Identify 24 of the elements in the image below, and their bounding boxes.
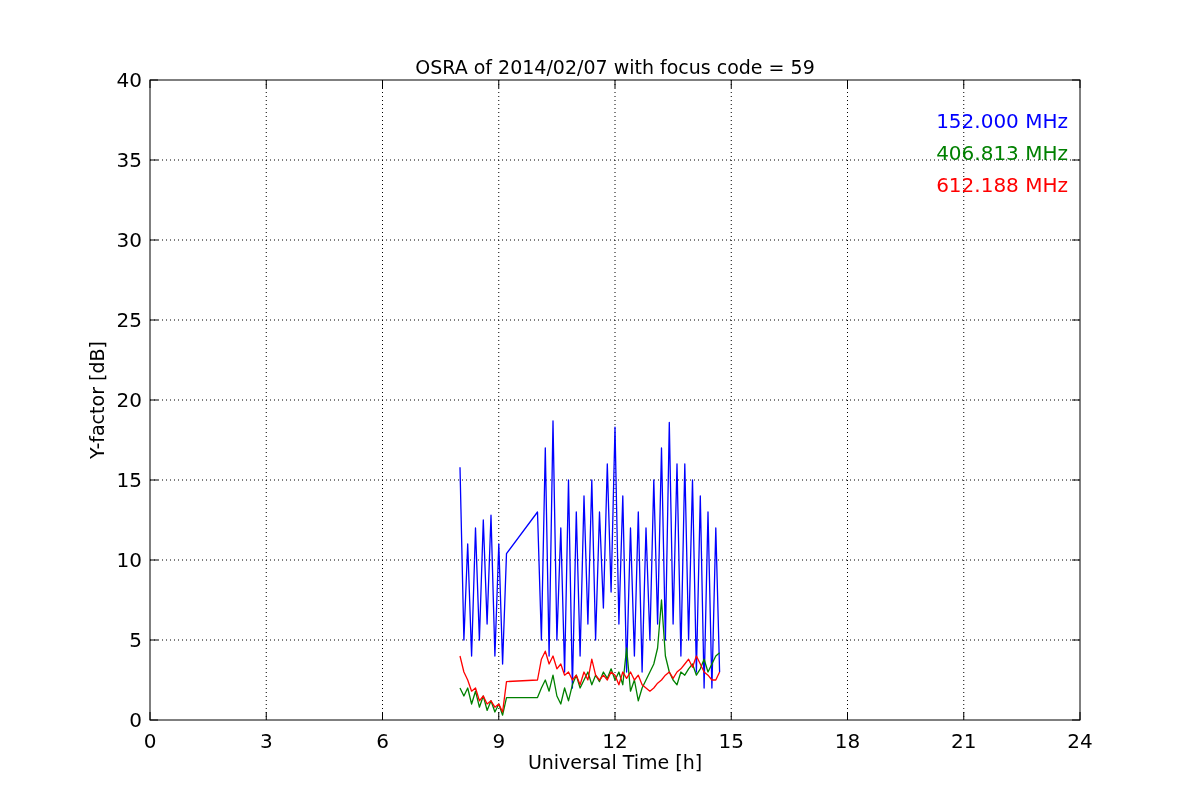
x-axis-label: Universal Time [h] — [527, 751, 703, 773]
x-tick-label: 24 — [1067, 729, 1093, 753]
legend-label: 406.813 MHz — [936, 141, 1068, 165]
y-axis-label: Y-factor [dB] — [86, 341, 108, 459]
y-tick-label: 15 — [116, 468, 142, 492]
y-tick-label: 30 — [116, 228, 142, 252]
x-tick-label: 15 — [718, 729, 744, 753]
x-tick-label: 21 — [951, 729, 977, 753]
x-tick-label: 0 — [143, 729, 157, 753]
legend-label: 152.000 MHz — [936, 109, 1068, 133]
chart-title: OSRA of 2014/02/07 with focus code = 59 — [415, 56, 815, 78]
legend-label: 612.188 MHz — [936, 173, 1068, 197]
x-tick-label: 6 — [376, 729, 389, 753]
x-tick-label: 12 — [602, 729, 628, 753]
y-tick-label: 25 — [116, 308, 142, 332]
y-tick-label: 5 — [129, 628, 142, 652]
y-tick-label: 40 — [116, 68, 142, 92]
y-tick-label: 20 — [116, 388, 142, 412]
y-tick-label: 10 — [116, 548, 142, 572]
x-tick-label: 18 — [834, 729, 861, 753]
x-tick-label: 3 — [259, 729, 273, 753]
x-tick-label: 9 — [492, 729, 506, 753]
y-tick-label: 35 — [116, 148, 142, 172]
y-tick-label: 0 — [129, 708, 142, 732]
